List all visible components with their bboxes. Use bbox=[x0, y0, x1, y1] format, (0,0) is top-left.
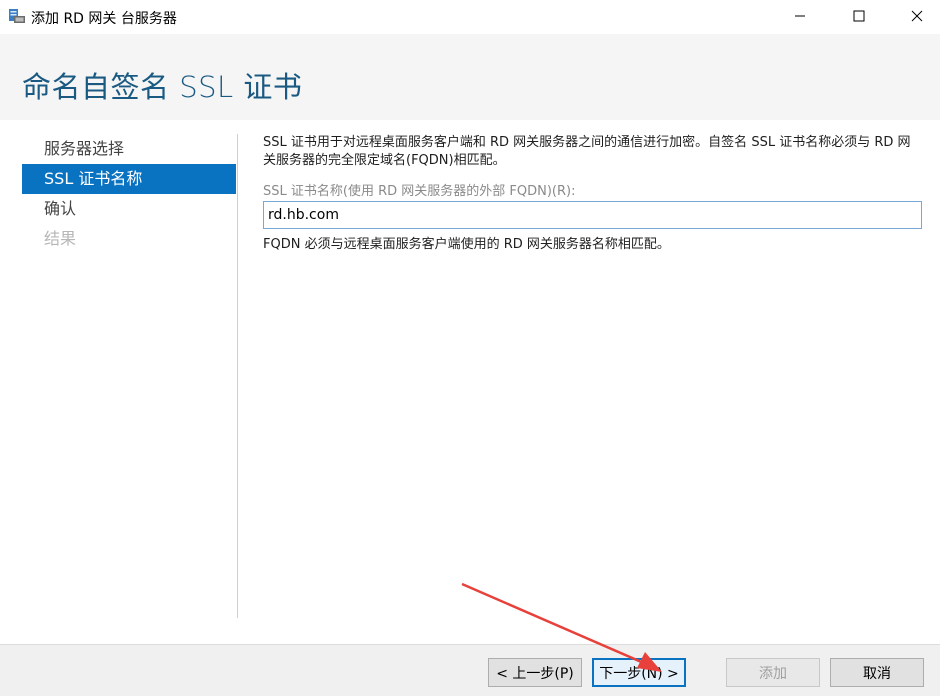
certificate-name-input[interactable] bbox=[263, 201, 922, 229]
main-content: SSL 证书用于对远程桌面服务客户端和 RD 网关服务器之间的通信进行加密。自签… bbox=[263, 134, 923, 252]
cancel-button[interactable]: 取消 bbox=[830, 658, 924, 687]
minimize-button[interactable] bbox=[777, 0, 823, 32]
previous-button[interactable]: < 上一步(P) bbox=[488, 658, 582, 687]
title-bar: 添加 RD 网关 台服务器 bbox=[0, 0, 940, 34]
nav-item-server-selection[interactable]: 服务器选择 bbox=[22, 134, 236, 164]
next-button[interactable]: 下一步(N) > bbox=[592, 658, 686, 687]
nav-item-results: 结果 bbox=[44, 229, 77, 248]
minimize-icon bbox=[794, 7, 806, 26]
description-text: SSL 证书用于对远程桌面服务客户端和 RD 网关服务器之间的通信进行加密。自签… bbox=[263, 135, 911, 168]
close-icon bbox=[911, 7, 923, 26]
nav-divider bbox=[237, 134, 238, 618]
nav-item-ssl-certificate-name[interactable]: SSL 证书名称 bbox=[22, 164, 236, 194]
certificate-name-label: SSL 证书名称(使用 RD 网关服务器的外部 FQDN)(R): bbox=[263, 184, 576, 199]
maximize-button[interactable] bbox=[836, 0, 882, 32]
maximize-icon bbox=[853, 7, 865, 26]
window-title: 添加 RD 网关 台服务器 bbox=[31, 11, 177, 27]
add-button: 添加 bbox=[726, 658, 820, 687]
nav-item-confirmation[interactable]: 确认 bbox=[22, 194, 236, 224]
wizard-header: 命名自签名 SSL 证书 bbox=[0, 34, 940, 120]
wizard-footer: < 上一步(P) 下一步(N) > 添加 取消 bbox=[0, 644, 940, 696]
page-title: 命名自签名 SSL 证书 bbox=[22, 70, 303, 104]
close-button[interactable] bbox=[894, 0, 940, 32]
wizard-steps-nav: 服务器选择 SSL 证书名称 确认 结果 bbox=[22, 134, 236, 254]
fqdn-hint-text: FQDN 必须与远程桌面服务客户端使用的 RD 网关服务器名称相匹配。 bbox=[263, 237, 670, 252]
server-window-icon bbox=[8, 7, 26, 25]
